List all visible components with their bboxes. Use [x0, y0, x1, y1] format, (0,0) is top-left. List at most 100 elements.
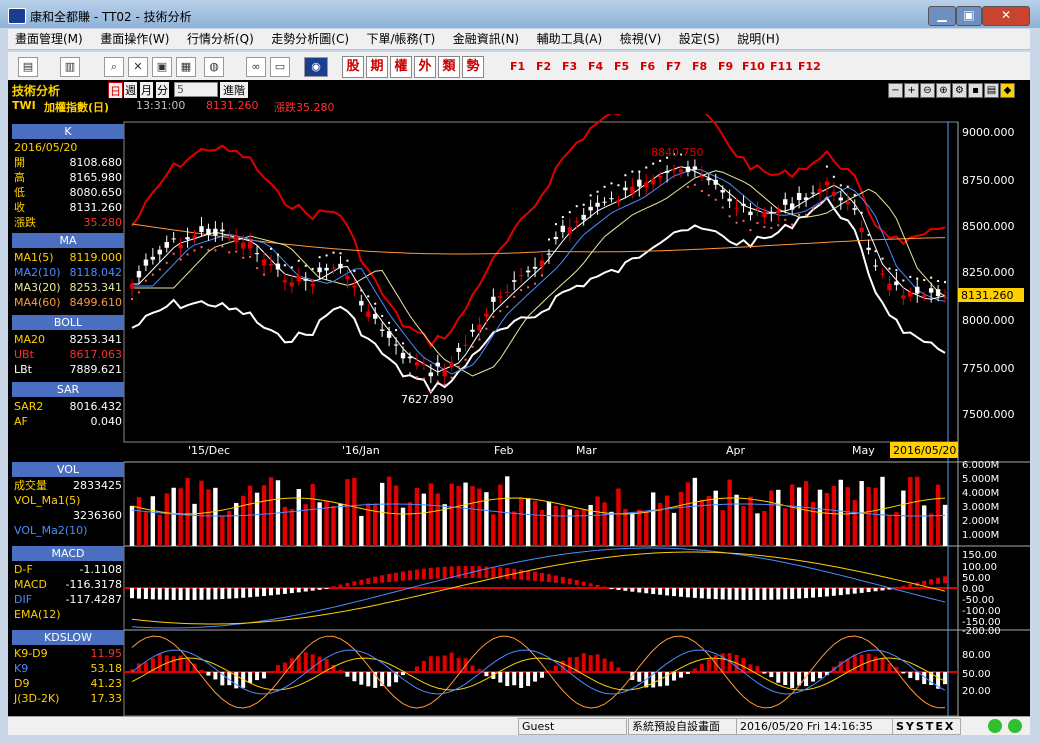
minimize-button[interactable]: ▁ [928, 6, 956, 26]
ma2-row: MA2(10) 8118.042 [14, 266, 122, 279]
menu-screen-manage[interactable]: 畫面管理(M) [8, 29, 90, 49]
period-minute[interactable]: 分 [156, 82, 169, 98]
volume-bar [616, 488, 621, 546]
macd-histogram-bar [199, 588, 204, 600]
volume-bar [491, 514, 496, 546]
candle-body [498, 296, 503, 298]
macd-histogram-bar [894, 587, 899, 589]
magnify-out-icon[interactable]: ⊖ [920, 83, 935, 98]
menu-order-account[interactable]: 下單/帳務(T) [360, 29, 443, 49]
search-icon[interactable]: ⌕ [104, 57, 124, 77]
f6-key[interactable]: F6 [640, 60, 655, 73]
f7-key[interactable]: F7 [666, 60, 681, 73]
sar-dot [172, 252, 175, 255]
kd-histogram-bar [692, 668, 697, 673]
volume-bar [644, 512, 649, 546]
f4-key[interactable]: F4 [588, 60, 603, 73]
sar-dot [464, 358, 467, 361]
f12-key[interactable]: F12 [798, 60, 821, 73]
color-theme-icon[interactable]: ◆ [1000, 83, 1015, 98]
f10-key[interactable]: F10 [742, 60, 765, 73]
macd-histogram-bar [665, 588, 670, 596]
save-icon[interactable]: ▪ [968, 83, 983, 98]
period-input[interactable]: 5 [174, 82, 218, 97]
sar-dot [137, 291, 140, 294]
candle-body [345, 275, 350, 280]
f1-key[interactable]: F1 [510, 60, 525, 73]
k-open-row: 開 8108.680 [14, 156, 122, 169]
connection-ok-icon-2 [1008, 719, 1022, 733]
window-icon[interactable]: ▭ [270, 57, 290, 77]
sar-dot [659, 159, 662, 162]
candle-body [769, 211, 774, 213]
f3-key[interactable]: F3 [562, 60, 577, 73]
split-icon[interactable]: ▦ [176, 57, 196, 77]
candle-body [386, 331, 392, 338]
globe-icon[interactable]: ◍ [204, 57, 224, 77]
k-date: 2016/05/20 [14, 141, 78, 154]
f11-key[interactable]: F11 [770, 60, 793, 73]
print-chart-icon[interactable]: ▤ [984, 83, 999, 98]
menu-tools[interactable]: 輔助工具(A) [530, 29, 610, 49]
candle-body [637, 179, 642, 187]
macd-histogram-bar [262, 588, 267, 597]
sar-dot [624, 174, 627, 177]
candle-body [206, 228, 211, 235]
stock-button[interactable]: 股 [342, 56, 364, 78]
kd-histogram-bar [199, 669, 204, 673]
sar-dot [200, 246, 203, 249]
candle-body [796, 192, 802, 200]
menu-financial-info[interactable]: 金融資訊(N) [446, 29, 526, 49]
k-change-row: 漲跌 35.280 [14, 216, 122, 229]
macd-histogram-bar [164, 588, 169, 600]
candle-body [338, 263, 343, 269]
menu-help[interactable]: 說明(H) [730, 29, 786, 49]
foreign-button[interactable]: 外 [414, 56, 436, 78]
magnify-in-icon[interactable]: ⊕ [936, 83, 951, 98]
close-button[interactable]: ✕ [982, 6, 1030, 26]
volume-bar [922, 505, 927, 546]
f2-key[interactable]: F2 [536, 60, 551, 73]
advanced-button[interactable]: 進階 [220, 82, 248, 98]
f5-key[interactable]: F5 [614, 60, 629, 73]
menu-settings[interactable]: 設定(S) [672, 29, 727, 49]
options-button[interactable]: 權 [390, 56, 412, 78]
kd-histogram-bar [366, 672, 371, 687]
futures-button[interactable]: 期 [366, 56, 388, 78]
volume-bar [463, 482, 468, 546]
volume-bar [866, 486, 871, 546]
close-window-icon[interactable]: ✕ [128, 57, 148, 77]
chart-title: 技術分析 [12, 84, 61, 98]
tile-icon[interactable]: ▣ [152, 57, 172, 77]
category-button[interactable]: 類 [438, 56, 460, 78]
f9-key[interactable]: F9 [718, 60, 733, 73]
maximize-button[interactable]: ▣ [956, 6, 982, 26]
menu-view[interactable]: 檢視(V) [613, 29, 669, 49]
zoom-out-icon[interactable]: − [888, 83, 903, 98]
period-week[interactable]: 週 [124, 82, 137, 98]
candle-body [317, 267, 322, 273]
zoom-in-icon[interactable]: + [904, 83, 919, 98]
systex-logo-icon[interactable]: ◉ [304, 57, 328, 77]
sar-dot [638, 170, 641, 173]
menu-screen-operate[interactable]: 畫面操作(W) [93, 29, 176, 49]
link-icon[interactable]: ∞ [246, 57, 266, 77]
chart-area[interactable]: 9000.000 8750.000 8500.000 8250.000 8000.000… [8, 114, 1030, 716]
macd-histogram-bar [345, 582, 350, 587]
volume-bar [512, 511, 517, 546]
quote-change: 漲跌35.280 [274, 101, 335, 114]
chart-settings-icon[interactable]: ⚙ [952, 83, 967, 98]
sar-dot [881, 257, 884, 260]
trend-button[interactable]: 勢 [462, 56, 484, 78]
print-icon[interactable]: ▥ [60, 57, 80, 77]
period-month[interactable]: 月 [140, 82, 153, 98]
menu-trend-chart[interactable]: 走勢分析圖(C) [264, 29, 356, 49]
kd-histogram-bar [817, 672, 822, 679]
sar-dot [853, 193, 856, 196]
layout-icon[interactable]: ▤ [18, 57, 38, 77]
candle-body [783, 199, 788, 205]
menu-quote-analysis[interactable]: 行情分析(Q) [180, 29, 261, 49]
macd-histogram-bar [824, 588, 829, 597]
macd-histogram-bar [213, 588, 218, 600]
f8-key[interactable]: F8 [692, 60, 707, 73]
